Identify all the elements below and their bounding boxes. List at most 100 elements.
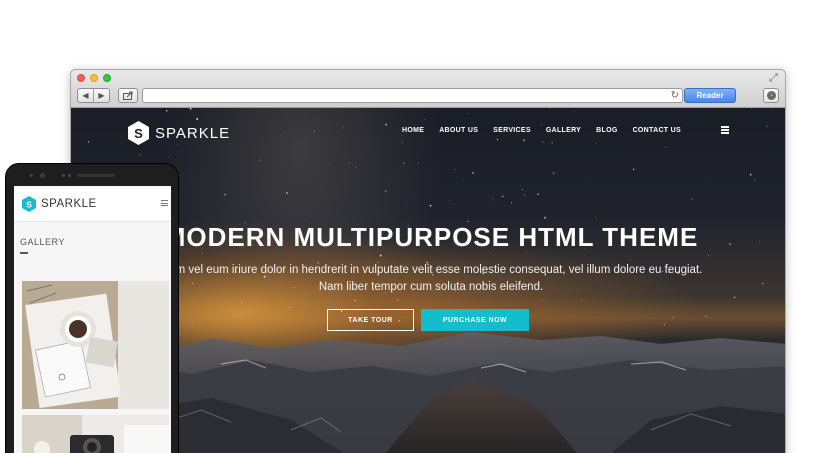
history-navigation: ◀ ▶ bbox=[77, 88, 110, 103]
star bbox=[523, 194, 526, 197]
star bbox=[424, 118, 426, 120]
star bbox=[87, 141, 90, 143]
star bbox=[645, 198, 646, 199]
share-button[interactable] bbox=[118, 88, 138, 103]
star bbox=[507, 192, 509, 193]
minimize-window-button[interactable] bbox=[90, 74, 98, 82]
star bbox=[307, 113, 308, 115]
star bbox=[766, 125, 769, 128]
star bbox=[595, 215, 596, 217]
sensor-dot bbox=[62, 174, 65, 177]
star bbox=[417, 162, 419, 164]
star bbox=[523, 139, 525, 142]
star bbox=[749, 173, 752, 176]
logo-letter: S bbox=[134, 126, 143, 141]
star bbox=[285, 192, 288, 194]
star bbox=[429, 204, 432, 207]
star bbox=[691, 198, 693, 200]
showcase-stage: ⤢ ◀ ▶ ↻ Reader ↓ S SPARKLE HOME ABOUT US… bbox=[0, 0, 827, 453]
nav-home[interactable]: HOME bbox=[402, 127, 424, 134]
star bbox=[462, 180, 464, 182]
zoom-window-button[interactable] bbox=[103, 74, 111, 82]
camera-photo bbox=[22, 415, 169, 453]
logo-hexagon-icon: S bbox=[128, 121, 149, 145]
star bbox=[139, 153, 142, 156]
gallery-image-camera[interactable] bbox=[22, 415, 169, 453]
star bbox=[121, 143, 122, 144]
address-bar[interactable]: ↻ bbox=[142, 88, 683, 103]
nav-blog[interactable]: BLOG bbox=[596, 127, 617, 134]
site-logo[interactable]: S SPARKLE bbox=[128, 121, 230, 145]
mobile-screen: S SPARKLE GALLERY bbox=[14, 186, 171, 453]
download-icon: ↓ bbox=[767, 91, 776, 100]
star bbox=[541, 299, 543, 301]
reload-icon[interactable]: ↻ bbox=[671, 89, 679, 102]
nav-contact-us[interactable]: CONTACT US bbox=[633, 127, 681, 134]
mobile-logo-text: SPARKLE bbox=[41, 198, 97, 210]
sensor-dot bbox=[68, 174, 71, 177]
logo-hexagon-icon: S bbox=[22, 196, 36, 212]
nav-about-us[interactable]: ABOUT US bbox=[439, 127, 478, 134]
mobile-logo-letter: S bbox=[26, 199, 32, 209]
forward-arrow-icon[interactable]: ▶ bbox=[93, 89, 109, 102]
star bbox=[305, 220, 306, 221]
purchase-now-button[interactable]: PURCHASE NOW bbox=[421, 309, 529, 331]
sensor-dot bbox=[30, 174, 33, 177]
star bbox=[575, 110, 576, 112]
close-window-button[interactable] bbox=[77, 74, 85, 82]
gallery-image-coffee[interactable] bbox=[22, 281, 169, 409]
download-button[interactable]: ↓ bbox=[763, 88, 779, 103]
star bbox=[259, 159, 261, 161]
star bbox=[537, 193, 539, 195]
star bbox=[510, 202, 513, 204]
star bbox=[167, 156, 169, 158]
star bbox=[708, 255, 710, 257]
fullscreen-icon[interactable]: ⤢ bbox=[769, 72, 781, 84]
main-navigation: HOME ABOUT US SERVICES GALLERY BLOG CONT… bbox=[402, 127, 696, 134]
star bbox=[360, 156, 362, 158]
browser-toolbar: ⤢ ◀ ▶ ↻ Reader ↓ bbox=[71, 70, 785, 108]
star bbox=[406, 204, 408, 206]
section-title-underline bbox=[20, 252, 28, 254]
star bbox=[342, 127, 344, 129]
star bbox=[252, 212, 253, 213]
star bbox=[521, 189, 523, 190]
earpiece-speaker bbox=[77, 174, 115, 177]
star bbox=[496, 138, 499, 141]
star bbox=[763, 304, 765, 305]
star bbox=[467, 112, 469, 114]
star bbox=[392, 297, 394, 299]
star bbox=[629, 260, 630, 261]
nav-services[interactable]: SERVICES bbox=[493, 127, 531, 134]
star bbox=[401, 141, 403, 143]
coffee-photo bbox=[22, 281, 169, 409]
menu-icon[interactable] bbox=[161, 200, 168, 208]
star bbox=[595, 142, 597, 144]
star bbox=[196, 118, 199, 120]
back-arrow-icon[interactable]: ◀ bbox=[78, 89, 93, 102]
star bbox=[750, 108, 752, 109]
logo-text: SPARKLE bbox=[155, 124, 231, 142]
star bbox=[322, 184, 324, 186]
star bbox=[733, 296, 736, 299]
star bbox=[397, 299, 399, 301]
star bbox=[541, 141, 544, 143]
nav-gallery[interactable]: GALLERY bbox=[546, 127, 581, 134]
take-tour-button[interactable]: TAKE TOUR bbox=[327, 309, 414, 331]
reader-button[interactable]: Reader bbox=[684, 88, 736, 103]
star bbox=[348, 162, 350, 164]
phone-top-bezel bbox=[6, 164, 178, 186]
star bbox=[501, 195, 504, 198]
star bbox=[385, 123, 388, 126]
star bbox=[754, 178, 756, 181]
mobile-header: S SPARKLE bbox=[14, 186, 171, 222]
star bbox=[454, 168, 456, 170]
star bbox=[636, 137, 638, 139]
star bbox=[268, 185, 270, 187]
star bbox=[355, 166, 357, 169]
mobile-logo[interactable]: S SPARKLE bbox=[22, 196, 97, 212]
star bbox=[280, 134, 282, 136]
star bbox=[191, 115, 193, 117]
mobile-device: S SPARKLE GALLERY bbox=[5, 163, 179, 453]
menu-icon[interactable] bbox=[721, 126, 729, 135]
